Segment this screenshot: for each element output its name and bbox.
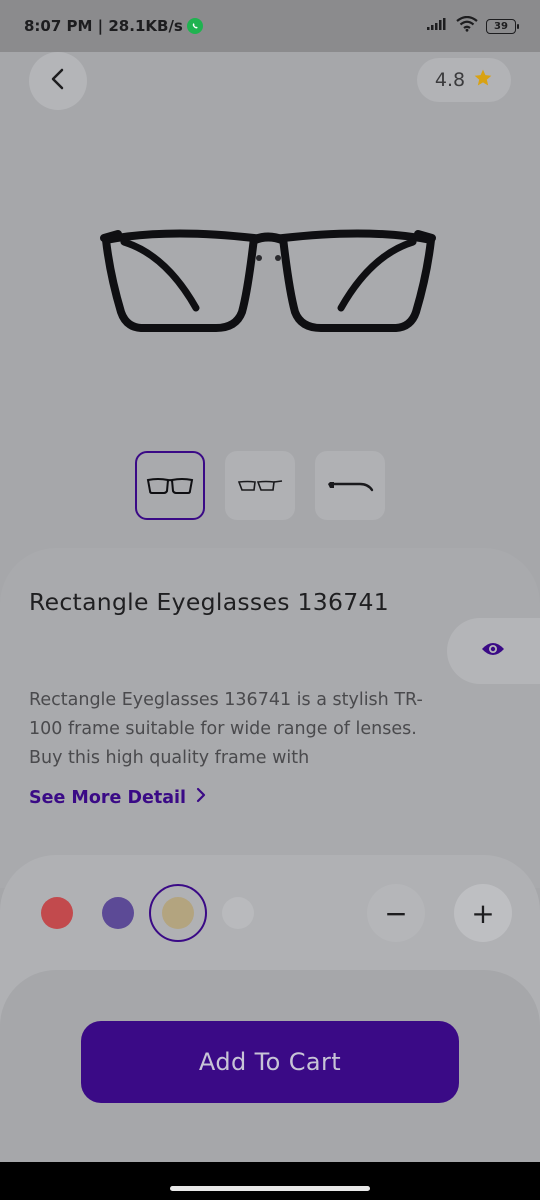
battery-level: 39 — [494, 20, 508, 32]
color-swatch-red[interactable] — [41, 897, 73, 929]
chevron-left-icon — [48, 67, 68, 95]
see-more-detail-link[interactable]: See More Detail — [29, 787, 206, 808]
wifi-icon — [456, 15, 478, 36]
color-swatch-light-gray[interactable] — [222, 897, 254, 929]
rating-value: 4.8 — [434, 69, 466, 91]
eye-icon — [481, 641, 505, 661]
thumbnail-side-view[interactable] — [315, 451, 385, 520]
rating-badge: 4.8 — [417, 58, 511, 102]
minus-label: − — [384, 896, 408, 930]
status-left: 8:07 PM | 28.1KB/s — [24, 17, 203, 35]
system-nav-bar — [0, 1162, 540, 1200]
battery-icon: 39 — [486, 18, 519, 34]
product-title: Rectangle Eyeglasses 136741 — [29, 588, 390, 616]
color-swatch-tan[interactable] — [162, 897, 194, 929]
star-icon — [473, 68, 493, 93]
whatsapp-icon — [186, 18, 203, 34]
status-time-speed: 8:07 PM | 28.1KB/s — [24, 17, 183, 35]
product-description: Rectangle Eyeglasses 136741 is a stylish… — [29, 690, 423, 768]
color-swatch-purple[interactable] — [102, 897, 134, 929]
product-image — [96, 220, 441, 340]
signal-icon — [426, 17, 448, 35]
try-on-button[interactable] — [447, 618, 540, 684]
home-indicator[interactable] — [170, 1186, 370, 1191]
decrease-quantity-button[interactable]: − — [367, 884, 425, 942]
status-right: 39 — [426, 15, 519, 36]
thumbnail-angled-view[interactable] — [225, 451, 295, 520]
increase-quantity-button[interactable]: + — [454, 884, 512, 942]
add-to-cart-button[interactable]: Add To Cart — [81, 1021, 459, 1103]
see-more-label: See More Detail — [29, 787, 187, 808]
chevron-right-icon — [196, 787, 206, 808]
plus-label: + — [471, 896, 495, 930]
back-button[interactable] — [29, 52, 87, 110]
status-bar: 8:07 PM | 28.1KB/s 39 — [0, 0, 540, 52]
thumbnail-front-view[interactable] — [135, 451, 205, 520]
thumbnail-strip — [135, 451, 385, 520]
